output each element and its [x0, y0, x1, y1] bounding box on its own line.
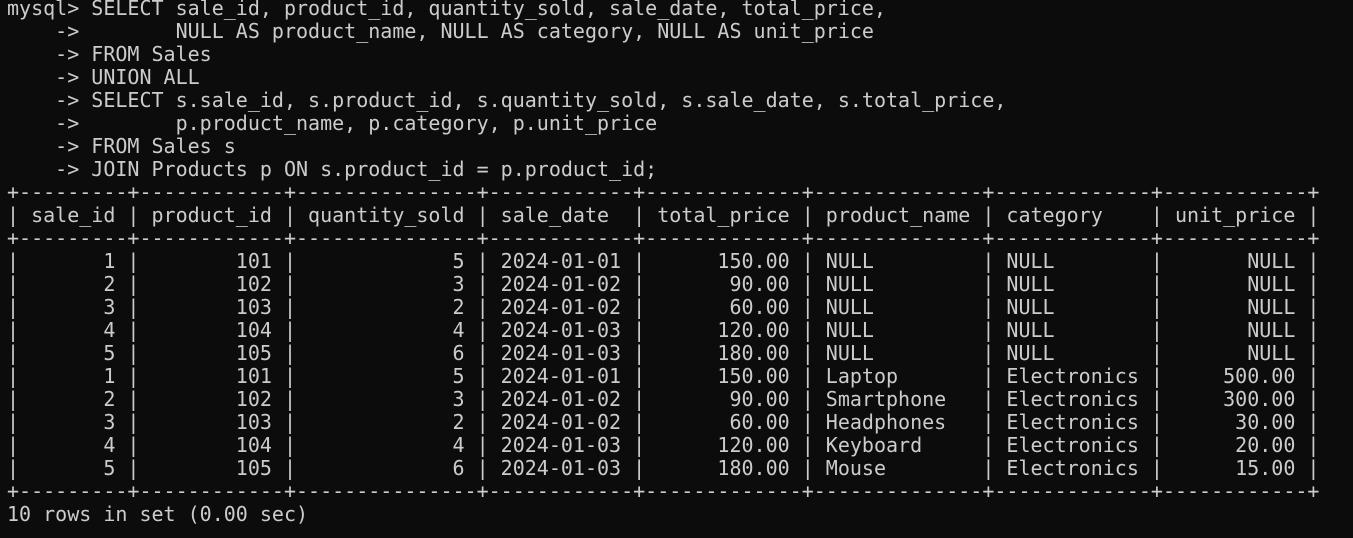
query-continuation-line: -> SELECT s.sale_id, s.product_id, s.qua…: [7, 89, 1007, 112]
query-continuation-line: -> p.product_name, p.category, p.unit_pr…: [7, 112, 658, 135]
table-row: | 2 | 102 | 3 | 2024-01-02 | 90.00 | Sma…: [7, 388, 1320, 411]
query-prompt-line: mysql> SELECT sale_id, product_id, quant…: [7, 0, 886, 20]
table-row: | 1 | 101 | 5 | 2024-01-01 | 150.00 | La…: [7, 365, 1320, 388]
query-continuation-line: -> JOIN Products p ON s.product_id = p.p…: [7, 158, 658, 181]
query-continuation-line: -> FROM Sales: [7, 43, 212, 66]
query-continuation-line: -> NULL AS product_name, NULL AS categor…: [7, 20, 874, 43]
query-continuation-line: -> UNION ALL: [7, 66, 200, 89]
table-row: | 4 | 104 | 4 | 2024-01-03 | 120.00 | Ke…: [7, 434, 1320, 457]
terminal-window[interactable]: mysql> SELECT sale_id, product_id, quant…: [0, 0, 1353, 535]
table-row: | 1 | 101 | 5 | 2024-01-01 | 150.00 | NU…: [7, 250, 1320, 273]
result-summary: 10 rows in set (0.00 sec): [7, 503, 309, 526]
table-row: | 3 | 103 | 2 | 2024-01-02 | 60.00 | NUL…: [7, 296, 1320, 319]
table-row: | 4 | 104 | 4 | 2024-01-03 | 120.00 | NU…: [7, 319, 1320, 342]
query-continuation-line: -> FROM Sales s: [7, 135, 236, 158]
table-row: | 5 | 105 | 6 | 2024-01-03 | 180.00 | Mo…: [7, 457, 1320, 480]
table-border: +---------+------------+---------------+…: [7, 181, 1320, 204]
table-header-row: | sale_id | product_id | quantity_sold |…: [7, 204, 1320, 227]
table-row: | 3 | 103 | 2 | 2024-01-02 | 60.00 | Hea…: [7, 411, 1320, 434]
table-border: +---------+------------+---------------+…: [7, 227, 1320, 250]
table-row: | 2 | 102 | 3 | 2024-01-02 | 90.00 | NUL…: [7, 273, 1320, 296]
table-border: +---------+------------+---------------+…: [7, 480, 1320, 503]
table-row: | 5 | 105 | 6 | 2024-01-03 | 180.00 | NU…: [7, 342, 1320, 365]
